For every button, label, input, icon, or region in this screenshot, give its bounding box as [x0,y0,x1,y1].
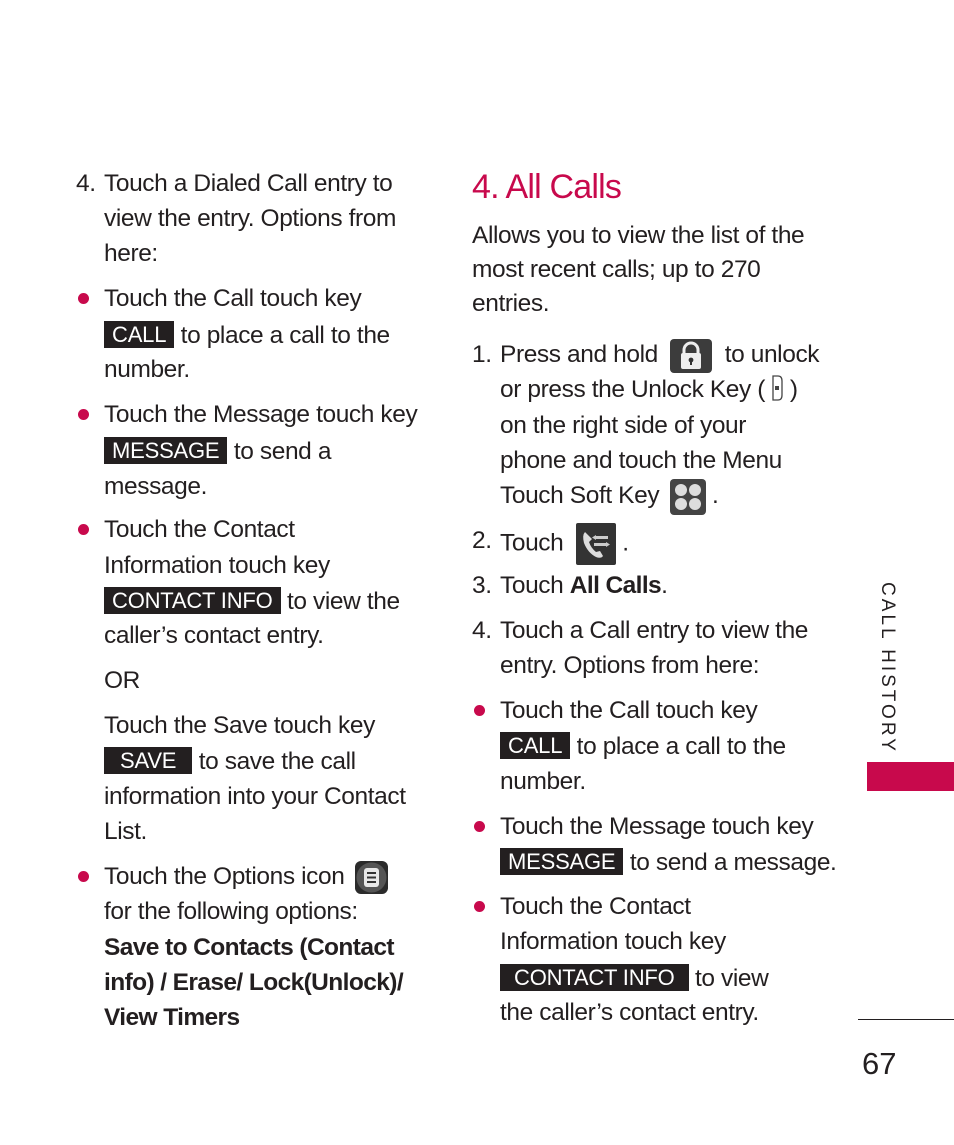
step-text: Touch [500,529,564,557]
all-calls-label: All Calls [569,572,662,599]
bullet-text: to send a [233,438,332,465]
menu-grid-icon [669,478,706,515]
step-text: here: [104,240,158,267]
or-label: OR [104,667,140,694]
bullet-icon [78,409,89,420]
bullet-text: number. [104,356,190,383]
bullet-text: caller’s contact entry. [104,622,324,649]
options-list: info) / Erase/ Lock(Unlock)/ [104,969,404,996]
step-text: Touch [500,572,570,599]
step-text: to unlock [724,341,820,368]
footer-rule [858,1019,954,1020]
step-text: . [622,529,629,557]
save-text: to save the call [198,748,356,775]
options-text: Touch the Options icon [104,863,345,890]
save-text: information into your Contact [104,783,406,810]
bullet-text: to view [694,965,769,992]
bullet-icon [78,524,89,535]
lock-icon [670,338,713,373]
bullet-text: Touch the Message touch key [104,401,418,428]
step-number: 1. [472,341,492,368]
bullet-text: Touch the Call touch key [104,285,362,312]
message-key[interactable]: MESSAGE [500,848,624,875]
step-number: 4. [76,170,96,197]
step-text: or press the Unlock Key ( [500,376,766,403]
step-text: on the right side of your [500,412,747,439]
bullet-icon [474,821,485,832]
bullet-icon [78,871,89,882]
options-list: View Timers [104,1004,240,1031]
step-number: 4. [472,617,492,644]
bullet-text: Touch the Contact [104,516,295,543]
options-list: Save to Contacts (Contact [104,934,395,961]
call-key[interactable]: CALL [104,321,175,348]
step-text: Touch a Call entry to view the [500,617,809,644]
save-key[interactable]: SAVE [104,747,193,774]
bullet-icon [474,705,485,716]
save-text: List. [104,818,147,845]
bullet-text: to view the [286,588,400,615]
step-text: Touch a Dialed Call entry to [104,170,393,197]
bullet-text: the caller’s contact entry. [500,999,759,1026]
bullet-text: Touch the Contact [500,893,691,920]
bullet-icon [474,901,485,912]
intro-text: entries. [472,290,550,317]
bullet-icon [78,293,89,304]
step-text: . [712,482,719,509]
bullet-text: Touch the Call touch key [500,697,758,724]
call-key[interactable]: CALL [500,732,571,759]
step-text: phone and touch the Menu [500,447,782,474]
bullet-text: Information touch key [500,928,726,955]
page-number: 67 [862,1046,897,1081]
intro-text: most recent calls; up to 270 [472,256,761,283]
bullet-text: Information touch key [104,552,330,579]
contact-info-key[interactable]: CONTACT INFO [500,964,689,991]
step-number: 2. [472,527,492,554]
bullet-text: number. [500,768,586,795]
bullet-text: Touch the Message touch key [500,813,814,840]
step-text: . [661,572,668,599]
side-tab-label: CALL HISTORY [877,582,898,754]
step-text: ) [789,376,798,403]
bullet-text: message. [104,473,208,500]
side-unlock-key-icon [771,375,784,401]
bullet-text: to send a message. [629,849,837,876]
section-title: 4. All Calls [472,168,622,206]
step-text: Press and hold [500,341,658,368]
step-number: 3. [472,572,492,599]
bullet-text: to place a call to the [576,733,787,760]
step-text: Touch Soft Key [500,482,660,509]
options-text: for the following options: [104,898,358,925]
call-history-icon [575,523,616,565]
bullet-text: to place a call to the [180,322,391,349]
side-tab-marker [867,762,954,791]
step-text: entry. Options from here: [500,652,760,679]
save-text: Touch the Save touch key [104,712,375,739]
intro-text: Allows you to view the list of the [472,222,805,249]
message-key[interactable]: MESSAGE [104,437,228,464]
contact-info-key[interactable]: CONTACT INFO [104,587,281,614]
options-menu-icon [354,861,388,895]
step-text: view the entry. Options from [104,205,396,232]
